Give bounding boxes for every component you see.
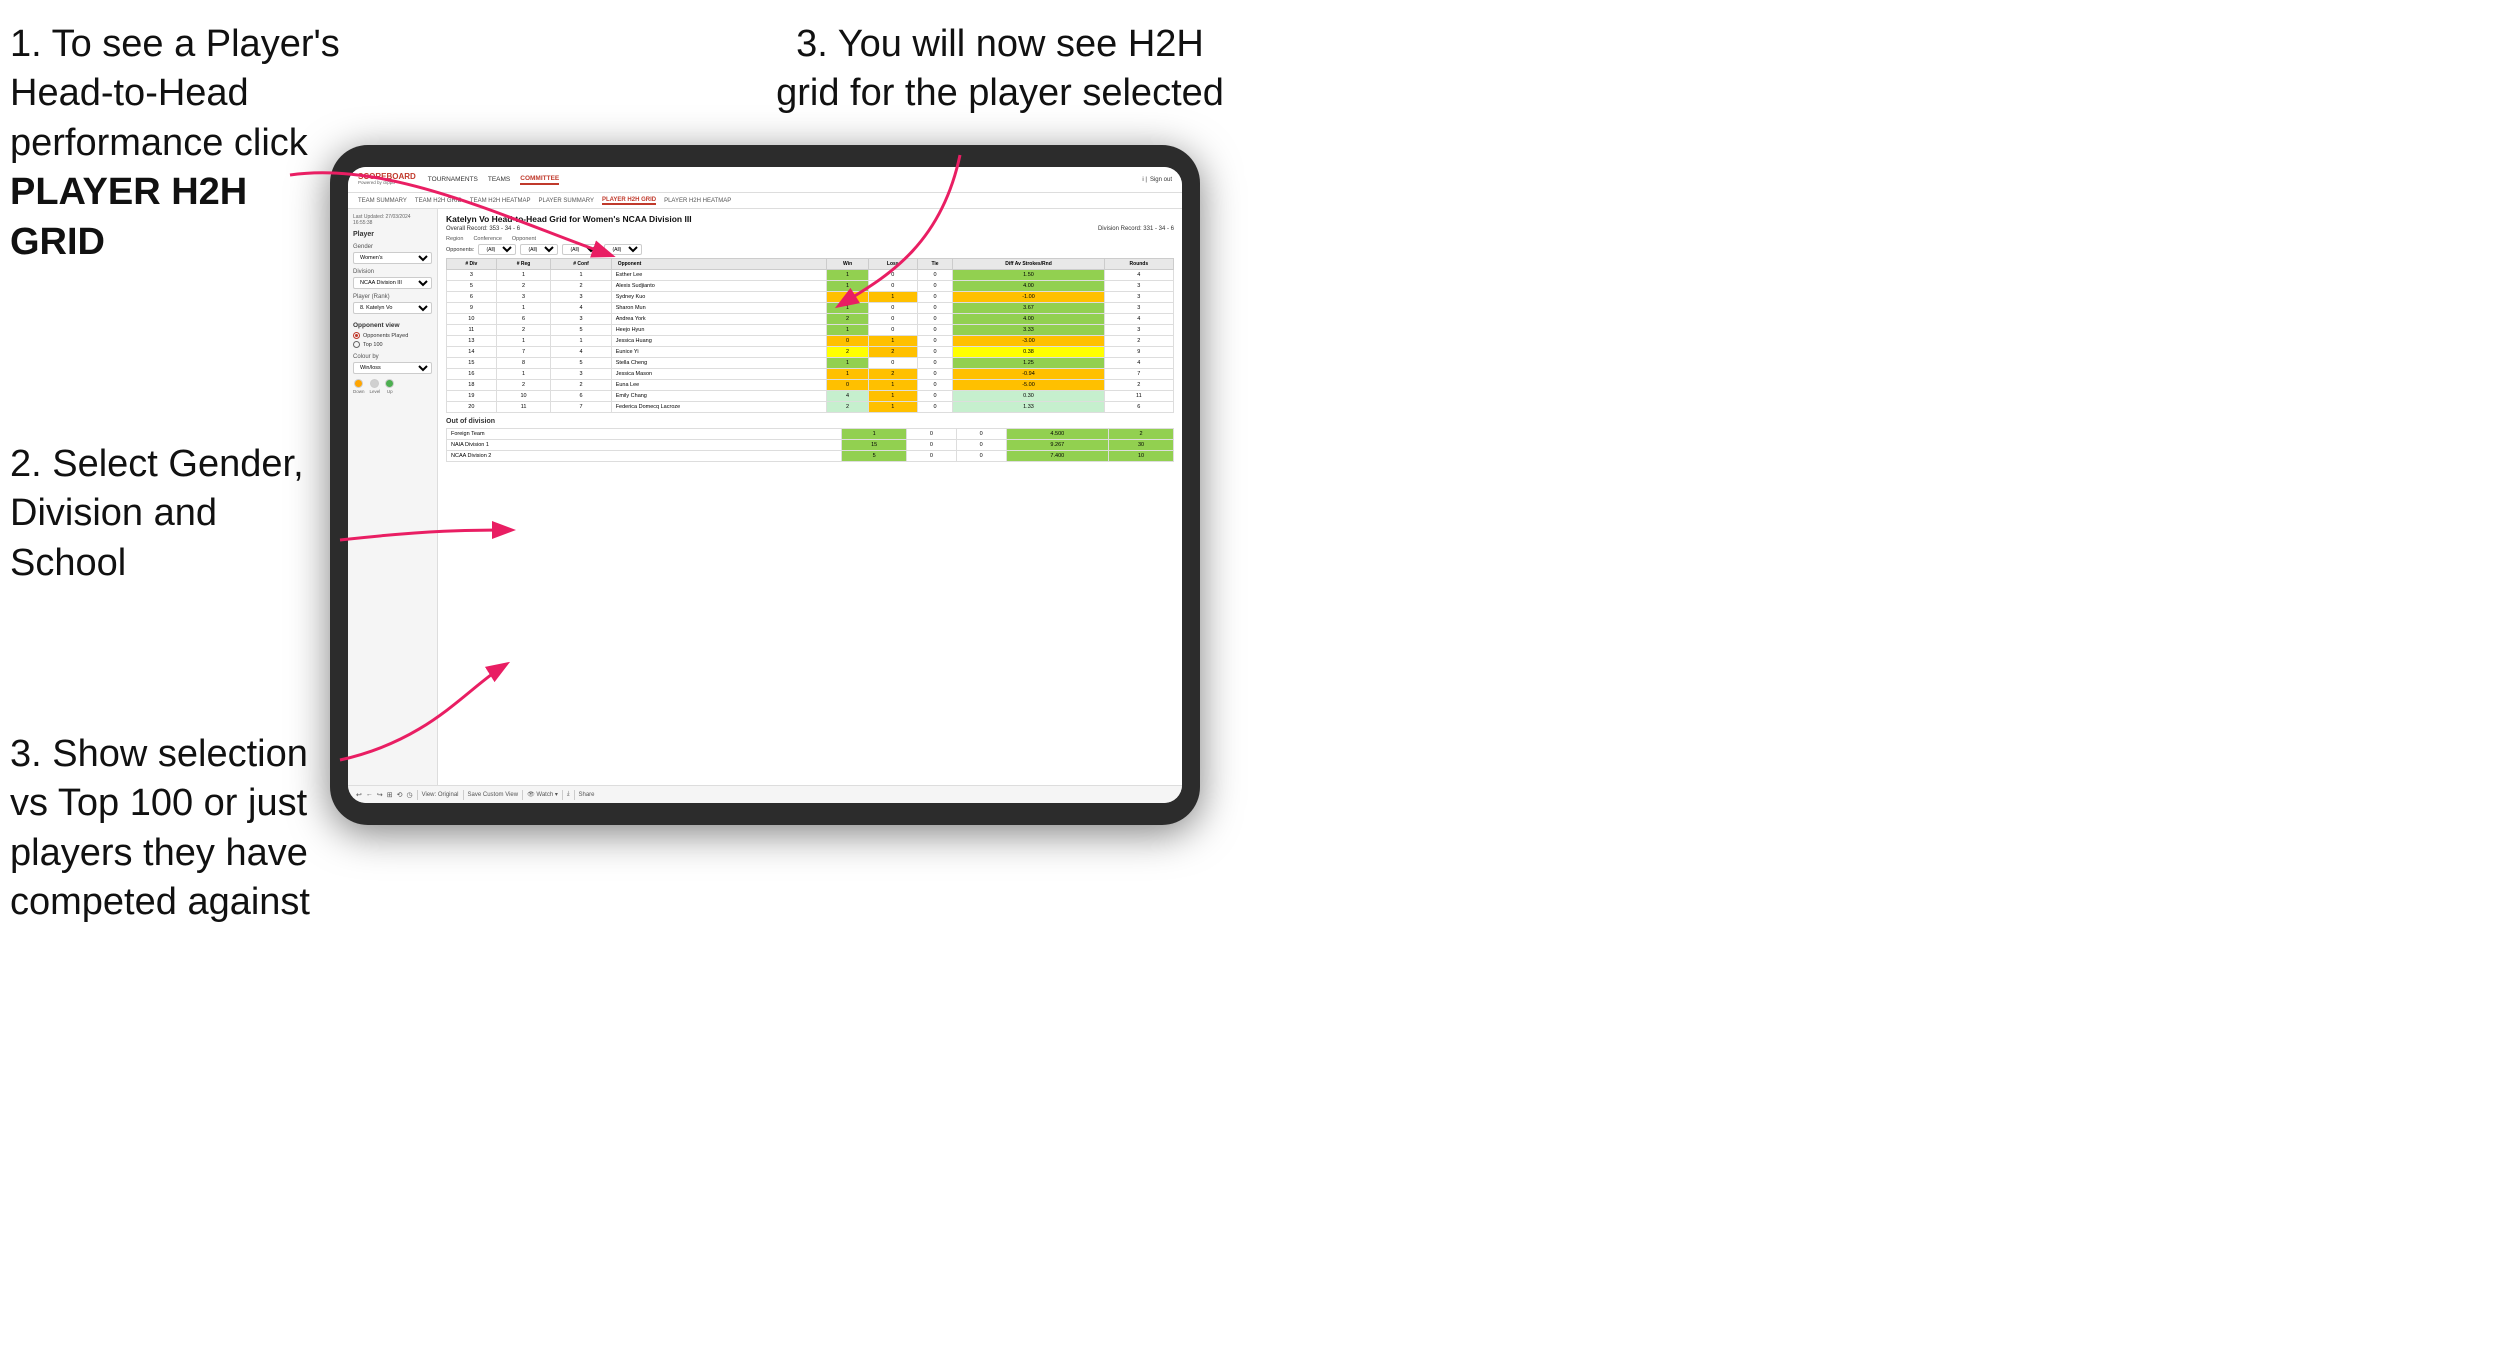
region-filter-select[interactable]: (All) <box>520 244 558 255</box>
table-row: 14 7 4 Eunice Yi 2 2 0 0.38 9 <box>447 347 1174 358</box>
main-area: Last Updated: 27/03/2024 16:55:38 Player… <box>348 209 1182 785</box>
subnav-team-summary[interactable]: TEAM SUMMARY <box>358 198 407 204</box>
instruction-2: 2. Select Gender, Division and School <box>10 440 340 588</box>
filter-row: Region Conference Opponent <box>446 236 1174 242</box>
region-filter-label: Region <box>446 236 463 242</box>
toolbar-back[interactable]: ← <box>366 791 373 798</box>
tablet-screen: SCOREBOARD Powered by clippd TOURNAMENTS… <box>348 167 1182 803</box>
toolbar-undo[interactable]: ↩ <box>356 791 362 799</box>
opponents-label: Opponents: <box>446 247 474 253</box>
division-label: Division <box>353 269 432 275</box>
left-panel: Last Updated: 27/03/2024 16:55:38 Player… <box>348 209 438 785</box>
table-row: NCAA Division 2 5 0 0 7.400 10 <box>447 451 1174 462</box>
opp-filter-label: Opponent <box>512 236 536 242</box>
player-label: Player <box>353 231 432 238</box>
app-logo: SCOREBOARD Powered by clippd <box>358 173 416 187</box>
colour-by-label: Colour by <box>353 354 432 360</box>
nav-committee[interactable]: COMMITTEE <box>520 175 559 185</box>
sign-out-btn[interactable]: Sign out <box>1150 177 1172 183</box>
colour-legend: Down Level Up <box>353 379 432 394</box>
sub-nav: TEAM SUMMARY TEAM H2H GRID TEAM H2H HEAT… <box>348 193 1182 209</box>
division-section: Division NCAA Division III <box>353 269 432 289</box>
overall-record: Overall Record: 353 - 34 - 6 <box>446 226 520 232</box>
out-division-table: Foreign Team 1 0 0 4.500 2 NAIA Division… <box>446 428 1174 462</box>
radio-opponents[interactable]: Opponents Played <box>353 332 432 339</box>
table-row: 13 1 1 Jessica Huang 0 1 0 -3.00 2 <box>447 336 1174 347</box>
toolbar-redo[interactable]: ↪ <box>377 791 383 799</box>
bottom-toolbar: ↩ ← ↪ ⊞ ⟲ ◷ View: Original Save Custom V… <box>348 785 1182 803</box>
sign-out-area: i | Sign out <box>1142 177 1172 183</box>
toolbar-save-custom[interactable]: Save Custom View <box>468 792 519 798</box>
nav-tournaments[interactable]: TOURNAMENTS <box>428 176 478 183</box>
filter-selects-row: Opponents: (All) (All) (All) (All) <box>446 244 1174 255</box>
division-record: Division Record: 331 - 34 - 6 <box>1098 226 1174 232</box>
opponent-view-section: Opponent view Opponents Played Top 100 <box>353 322 432 348</box>
conference-filter-select[interactable]: (All) <box>562 244 600 255</box>
records-row: Overall Record: 353 - 34 - 6 Division Re… <box>446 226 1174 232</box>
subnav-player-summary[interactable]: PLAYER SUMMARY <box>538 198 593 204</box>
radio-top100[interactable]: Top 100 <box>353 341 432 348</box>
table-row: NAIA Division 1 15 0 0 9.267 30 <box>447 440 1174 451</box>
table-row: 5 2 2 Alexis Sudjianto 1 0 0 4.00 3 <box>447 281 1174 292</box>
table-row: 15 8 5 Stella Cheng 1 0 0 1.25 4 <box>447 358 1174 369</box>
gender-label: Gender <box>353 244 432 250</box>
table-row: 16 1 3 Jessica Mason 1 2 0 -0.94 7 <box>447 369 1174 380</box>
right-content: Katelyn Vo Head-to-Head Grid for Women's… <box>438 209 1182 785</box>
opponent-filter-select[interactable]: (All) <box>604 244 642 255</box>
toolbar-grid[interactable]: ⊞ <box>387 791 393 799</box>
opponents-filter-select[interactable]: (All) <box>478 244 516 255</box>
table-row: 6 3 3 Sydney Kuo 0 1 0 -1.00 3 <box>447 292 1174 303</box>
conference-filter-group: Conference <box>473 236 501 242</box>
instruction-3-bottom: 3. Show selection vs Top 100 or just pla… <box>10 730 340 928</box>
region-filter-group: Region <box>446 236 463 242</box>
instruction-3-top: 3. You will now see H2H grid for the pla… <box>760 20 1240 119</box>
toolbar-reset[interactable]: ⟲ <box>397 791 403 799</box>
toolbar-download[interactable]: ⤓ <box>567 791 570 798</box>
table-row: 11 2 5 Heejo Hyun 1 0 0 3.33 3 <box>447 325 1174 336</box>
gender-section: Gender Women's <box>353 244 432 264</box>
subnav-team-h2h[interactable]: TEAM H2H GRID <box>415 198 462 204</box>
nav-teams[interactable]: TEAMS <box>488 176 510 183</box>
toolbar-clock[interactable]: ◷ <box>407 791 413 799</box>
instruction-1: 1. To see a Player's Head-to-Head perfor… <box>10 20 340 267</box>
gender-select[interactable]: Women's <box>353 252 432 264</box>
opponent-filter-group: Opponent <box>512 236 536 242</box>
toolbar-watch[interactable]: 👁 Watch ▾ <box>527 791 558 798</box>
player-section: Player <box>353 231 432 238</box>
table-row: 10 6 3 Andrea York 2 0 0 4.00 4 <box>447 314 1174 325</box>
player-rank-label: Player (Rank) <box>353 294 432 300</box>
colour-by-select[interactable]: Win/loss <box>353 362 432 374</box>
player-rank-section: Player (Rank) 8. Katelyn Vo <box>353 294 432 314</box>
h2h-table: # Div # Reg # Conf Opponent Win Loss Tie… <box>446 258 1174 413</box>
logo-subtitle: Powered by clippd <box>358 181 416 186</box>
table-row: 3 1 1 Esther Lee 1 0 0 1.50 4 <box>447 270 1174 281</box>
table-row: 20 11 7 Federica Domecq Lacroze 2 1 0 1.… <box>447 402 1174 413</box>
toolbar-view-original[interactable]: View: Original <box>422 792 459 798</box>
tablet-frame: SCOREBOARD Powered by clippd TOURNAMENTS… <box>330 145 1200 825</box>
division-select[interactable]: NCAA Division III <box>353 277 432 289</box>
table-row: Foreign Team 1 0 0 4.500 2 <box>447 429 1174 440</box>
table-row: 9 1 4 Sharon Mun 1 0 0 3.67 3 <box>447 303 1174 314</box>
last-updated: Last Updated: 27/03/2024 16:55:38 <box>353 214 432 226</box>
nav-bar: TOURNAMENTS TEAMS COMMITTEE <box>428 175 1131 185</box>
table-row: 18 2 2 Euna Lee 0 1 0 -5.00 2 <box>447 380 1174 391</box>
app-header: SCOREBOARD Powered by clippd TOURNAMENTS… <box>348 167 1182 193</box>
subnav-team-heatmap[interactable]: TEAM H2H HEATMAP <box>470 198 531 204</box>
toolbar-share[interactable]: Share <box>579 792 595 798</box>
colour-by-section: Colour by Win/loss <box>353 354 432 374</box>
table-row: 19 10 6 Emily Chang 4 1 0 0.30 11 <box>447 391 1174 402</box>
subnav-player-h2h[interactable]: PLAYER H2H GRID <box>602 197 656 205</box>
grid-title: Katelyn Vo Head-to-Head Grid for Women's… <box>446 214 1174 224</box>
subnav-player-heatmap[interactable]: PLAYER H2H HEATMAP <box>664 198 731 204</box>
out-of-division-title: Out of division <box>446 418 1174 425</box>
opponent-view-label: Opponent view <box>353 322 432 329</box>
conf-filter-label: Conference <box>473 236 501 242</box>
player-rank-select[interactable]: 8. Katelyn Vo <box>353 302 432 314</box>
